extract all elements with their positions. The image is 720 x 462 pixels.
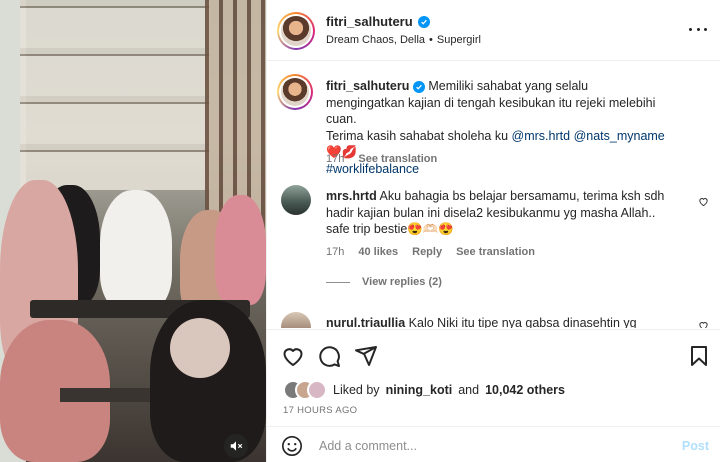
reply-button[interactable]: Reply xyxy=(412,246,442,258)
verified-icon xyxy=(417,15,430,28)
post-panel: fitri_salhuteru Dream Chaos, Della • Sup… xyxy=(266,0,720,462)
mention-link[interactable]: @mrs.hrtd xyxy=(512,129,571,143)
liker-avatars[interactable] xyxy=(283,380,327,400)
comment-icon[interactable] xyxy=(317,344,341,368)
commenter-username[interactable]: nurul.triaullia xyxy=(326,316,405,328)
add-comment-bar: Add a comment... Post xyxy=(267,426,720,462)
post-timestamp[interactable]: 17 HOURS AGO xyxy=(283,405,357,416)
liked-by-prefix: Liked by xyxy=(333,383,380,397)
share-icon[interactable] xyxy=(354,344,378,368)
see-translation-button[interactable]: See translation xyxy=(456,246,535,258)
comment-likes[interactable]: 40 likes xyxy=(358,246,398,258)
verified-icon xyxy=(412,81,425,93)
commenter-avatar[interactable] xyxy=(281,185,311,215)
commenter-avatar[interactable] xyxy=(281,312,311,328)
heart-icon[interactable] xyxy=(281,344,305,368)
more-options-icon[interactable] xyxy=(689,22,707,36)
post-comment-button[interactable]: Post xyxy=(682,439,709,453)
mention-link[interactable]: @nats_myname xyxy=(574,129,665,143)
heart-icon[interactable] xyxy=(698,196,709,207)
media-person xyxy=(215,195,266,305)
comment-body: Kalo Niki itu tipe nya gabsa dinasehtin … xyxy=(408,316,637,328)
comment-body: Aku bahagia bs belajar bersamamu, terima… xyxy=(326,189,665,236)
comment-text: mrs.hrtd Aku bahagia bs belajar bersamam… xyxy=(326,188,666,238)
mute-icon xyxy=(230,441,243,451)
media-person xyxy=(100,190,172,310)
audio-song[interactable]: Dream Chaos, Della xyxy=(326,34,425,46)
comment-text: nurul.triaullia Kalo Niki itu tipe nya g… xyxy=(326,315,666,328)
media-shelf xyxy=(20,0,210,190)
post-header: fitri_salhuteru Dream Chaos, Della • Sup… xyxy=(267,0,720,61)
caption-avatar[interactable] xyxy=(277,74,313,110)
liked-by-and: and xyxy=(458,383,480,397)
heart-icon[interactable] xyxy=(698,320,709,328)
comment-input[interactable]: Add a comment... xyxy=(319,439,417,453)
media-person xyxy=(170,318,230,378)
bookmark-icon[interactable] xyxy=(687,344,711,368)
mute-button[interactable] xyxy=(224,434,248,458)
liked-by-user[interactable]: nining_koti xyxy=(386,383,453,397)
likes-count[interactable]: 10,042 others xyxy=(485,383,565,397)
replies-divider xyxy=(326,281,350,283)
view-replies-label: View replies (2) xyxy=(362,276,442,288)
audio-artist[interactable]: Supergirl xyxy=(437,34,481,46)
commenter-username[interactable]: mrs.hrtd xyxy=(326,189,377,203)
caption-line2: Terima kasih sahabat sholeha ku xyxy=(326,128,509,143)
comments-list[interactable]: fitri_salhuteru Memiliki sahabat yang se… xyxy=(267,62,720,328)
post-media[interactable] xyxy=(0,0,266,462)
comment-time[interactable]: 17h xyxy=(326,246,344,258)
post-actions: Liked by nining_koti and 10,042 others 1… xyxy=(267,329,720,462)
comment-meta: 17h 40 likes Reply See translation xyxy=(326,246,535,258)
author-username[interactable]: fitri_salhuteru xyxy=(326,14,413,29)
see-translation-button[interactable]: See translation xyxy=(358,153,437,165)
caption-username[interactable]: fitri_salhuteru xyxy=(326,79,409,93)
caption-time[interactable]: 17h xyxy=(326,153,344,165)
view-replies-button[interactable]: View replies (2) xyxy=(326,276,442,288)
emoji-icon[interactable] xyxy=(281,435,303,457)
author-avatar[interactable] xyxy=(277,12,315,50)
audio-separator: • xyxy=(429,34,433,46)
likes-summary: Liked by nining_koti and 10,042 others xyxy=(283,380,565,400)
audio-info[interactable]: Dream Chaos, Della • Supergirl xyxy=(326,34,481,46)
caption-meta: 17h See translation xyxy=(326,153,437,165)
